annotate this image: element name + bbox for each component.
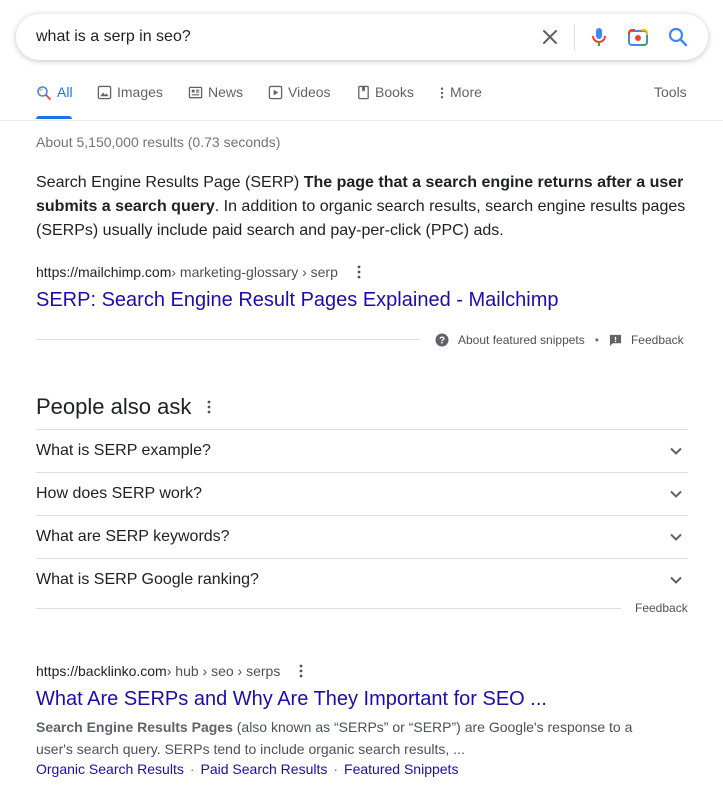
paa-question[interactable]: What are SERP keywords? <box>36 515 688 558</box>
more-vert-icon <box>440 87 444 99</box>
tab-label: Videos <box>288 84 331 100</box>
tools-button[interactable]: Tools <box>654 84 687 100</box>
sitelink-separator: · <box>333 761 339 777</box>
video-icon <box>268 85 283 100</box>
active-tab-indicator <box>36 116 72 119</box>
paa-question-text: What is SERP example? <box>36 442 211 459</box>
result-sitelinks: Organic Search Results · Paid Search Res… <box>36 761 458 777</box>
sitelink-separator: · <box>189 761 195 777</box>
result-stats: About 5,150,000 results (0.73 seconds) <box>36 134 281 150</box>
snippet-text-start: Search Engine Results Page (SERP) <box>36 174 304 191</box>
tab-label: News <box>208 84 244 100</box>
search-bar <box>16 14 708 60</box>
paa-divider <box>36 608 621 609</box>
clear-icon[interactable] <box>538 25 562 49</box>
tab-all[interactable]: All <box>36 84 73 120</box>
cite-path: › marketing-glossary › serp <box>171 264 338 280</box>
news-icon <box>188 86 203 99</box>
more-options-icon[interactable] <box>294 662 308 680</box>
tab-label: Images <box>117 84 163 100</box>
result-description: Search Engine Results Pages (also known … <box>36 716 636 760</box>
chevron-down-icon <box>670 576 682 584</box>
tab-more[interactable]: More <box>439 84 482 120</box>
featured-snippet-text: Search Engine Results Page (SERP) The pa… <box>36 171 696 243</box>
chevron-down-icon <box>670 533 682 541</box>
people-also-ask-title: People also ask <box>36 394 192 419</box>
sitelink-organic-search-results[interactable]: Organic Search Results <box>36 761 184 777</box>
sitelink-paid-search-results[interactable]: Paid Search Results <box>201 761 328 777</box>
search-tabs: All Images News Videos Books More Tools <box>0 84 723 120</box>
result-description-bold: Search Engine Results Pages <box>36 719 233 735</box>
result-cite: https://backlinko.com › hub › seo › serp… <box>36 662 308 680</box>
paa-question[interactable]: What is SERP example? <box>36 429 688 472</box>
paa-question-text: What is SERP Google ranking? <box>36 571 259 588</box>
image-icon <box>97 85 112 100</box>
snippet-feedback-link[interactable]: Feedback <box>631 333 684 347</box>
chevron-down-icon <box>670 447 682 455</box>
tab-label: All <box>57 84 73 100</box>
tab-videos[interactable]: Videos <box>268 84 331 120</box>
help-icon: ? <box>435 333 449 347</box>
microphone-icon[interactable] <box>587 25 611 49</box>
paa-question[interactable]: How does SERP work? <box>36 472 688 515</box>
tab-books[interactable]: Books <box>357 84 414 120</box>
camera-search-icon[interactable] <box>626 25 650 49</box>
chevron-down-icon <box>670 490 682 498</box>
tab-news[interactable]: News <box>188 84 243 120</box>
paa-question-text: What are SERP keywords? <box>36 528 230 545</box>
featured-snippet-footer: ? About featured snippets • Feedback <box>435 331 684 349</box>
tab-label: More <box>450 84 482 100</box>
book-icon <box>358 85 369 100</box>
cite-domain: https://backlinko.com <box>36 663 167 679</box>
about-featured-snippets-link[interactable]: About featured snippets <box>458 333 585 347</box>
separator-dot: • <box>594 333 599 347</box>
result-title-link[interactable]: What Are SERPs and Why Are They Importan… <box>36 688 547 711</box>
snippet-divider <box>36 339 420 340</box>
search-bar-divider <box>574 24 575 50</box>
cite-domain: https://mailchimp.com <box>36 264 172 280</box>
paa-feedback-link[interactable]: Feedback <box>635 601 688 615</box>
sitelink-featured-snippets[interactable]: Featured Snippets <box>344 761 458 777</box>
search-icon[interactable] <box>666 25 690 49</box>
paa-question[interactable]: What is SERP Google ranking? <box>36 558 688 601</box>
tab-label: Books <box>375 84 414 100</box>
people-also-ask-list: What is SERP example? How does SERP work… <box>36 429 688 601</box>
more-options-icon[interactable] <box>202 398 216 416</box>
paa-question-text: How does SERP work? <box>36 485 202 502</box>
tab-images[interactable]: Images <box>97 84 163 120</box>
search-input[interactable] <box>36 24 516 50</box>
search-icon <box>37 86 51 100</box>
more-options-icon[interactable] <box>352 263 366 281</box>
featured-snippet-title-link[interactable]: SERP: Search Engine Result Pages Explain… <box>36 289 558 312</box>
cite-path: › hub › seo › serps <box>166 663 281 679</box>
tabs-divider <box>0 120 723 121</box>
feedback-icon <box>609 334 622 346</box>
svg-text:?: ? <box>439 336 445 347</box>
featured-snippet-cite: https://mailchimp.com › marketing-glossa… <box>36 263 366 281</box>
